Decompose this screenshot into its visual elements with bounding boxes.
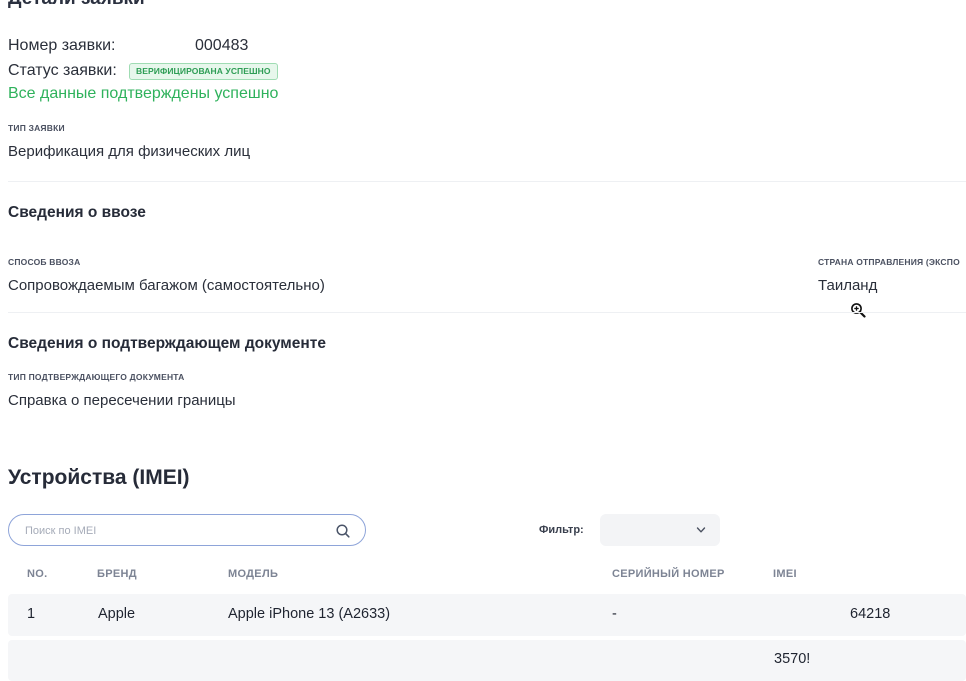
imei-search-input[interactable]: [23, 521, 327, 541]
devices-heading: Устройства (IMEI): [8, 466, 190, 489]
application-status-label: Статус заявки:: [8, 62, 117, 79]
document-type-value: Справка о пересечении границы: [8, 392, 236, 409]
departure-country-value: Таиланд: [818, 277, 878, 294]
page-title: Детали заявки: [8, 0, 145, 10]
status-badge: ВЕРИФИЦИРОВАНА УСПЕШНО: [129, 63, 278, 80]
import-method-value: Сопровождаемым багажом (самостоятельно): [8, 277, 325, 294]
divider: [8, 312, 966, 313]
cell-serial: -: [612, 606, 617, 622]
cell-model: Apple iPhone 13 (A2633): [228, 606, 391, 622]
divider: [8, 181, 966, 182]
filter-select[interactable]: [600, 514, 720, 546]
cell-brand: Apple: [98, 606, 136, 622]
success-message: Все данные подтверждены успешно: [8, 85, 279, 102]
application-type-value: Верификация для физических лиц: [8, 143, 251, 160]
column-header-no: NO.: [27, 568, 48, 580]
column-header-model: МОДЕЛЬ: [228, 568, 279, 580]
chevron-down-icon: [696, 527, 706, 533]
cell-no: 1: [27, 606, 36, 622]
document-type-caption: ТИП ПОДТВЕРЖДАЮЩЕГО ДОКУМЕНТА: [8, 372, 185, 382]
application-type-caption: ТИП ЗАЯВКИ: [8, 123, 65, 133]
cell-imei: 64218: [850, 606, 891, 622]
cell-imei: 3570!: [774, 651, 811, 667]
departure-country-caption: СТРАНА ОТПРАВЛЕНИЯ (ЭКСПО: [818, 257, 960, 267]
application-number-value: 000483: [195, 37, 249, 54]
import-method-caption: СПОСОБ ВВОЗА: [8, 257, 81, 267]
application-number-label: Номер заявки:: [8, 37, 116, 54]
column-header-brand: БРЕНД: [97, 568, 137, 580]
document-info-heading: Сведения о подтверждающем документе: [8, 335, 326, 352]
table-row[interactable]: 3570!: [8, 640, 966, 681]
imei-search-box[interactable]: [8, 514, 366, 546]
filter-label: Фильтр:: [539, 524, 584, 536]
import-info-heading: Сведения о ввозе: [8, 204, 146, 221]
table-row[interactable]: 1 Apple Apple iPhone 13 (A2633) - 64218: [8, 594, 966, 636]
column-header-serial: СЕРИЙНЫЙ НОМЕР: [612, 568, 725, 580]
column-header-imei: IMEI: [773, 568, 797, 580]
search-icon[interactable]: [335, 523, 351, 539]
zoom-in-cursor-icon: [851, 303, 866, 318]
